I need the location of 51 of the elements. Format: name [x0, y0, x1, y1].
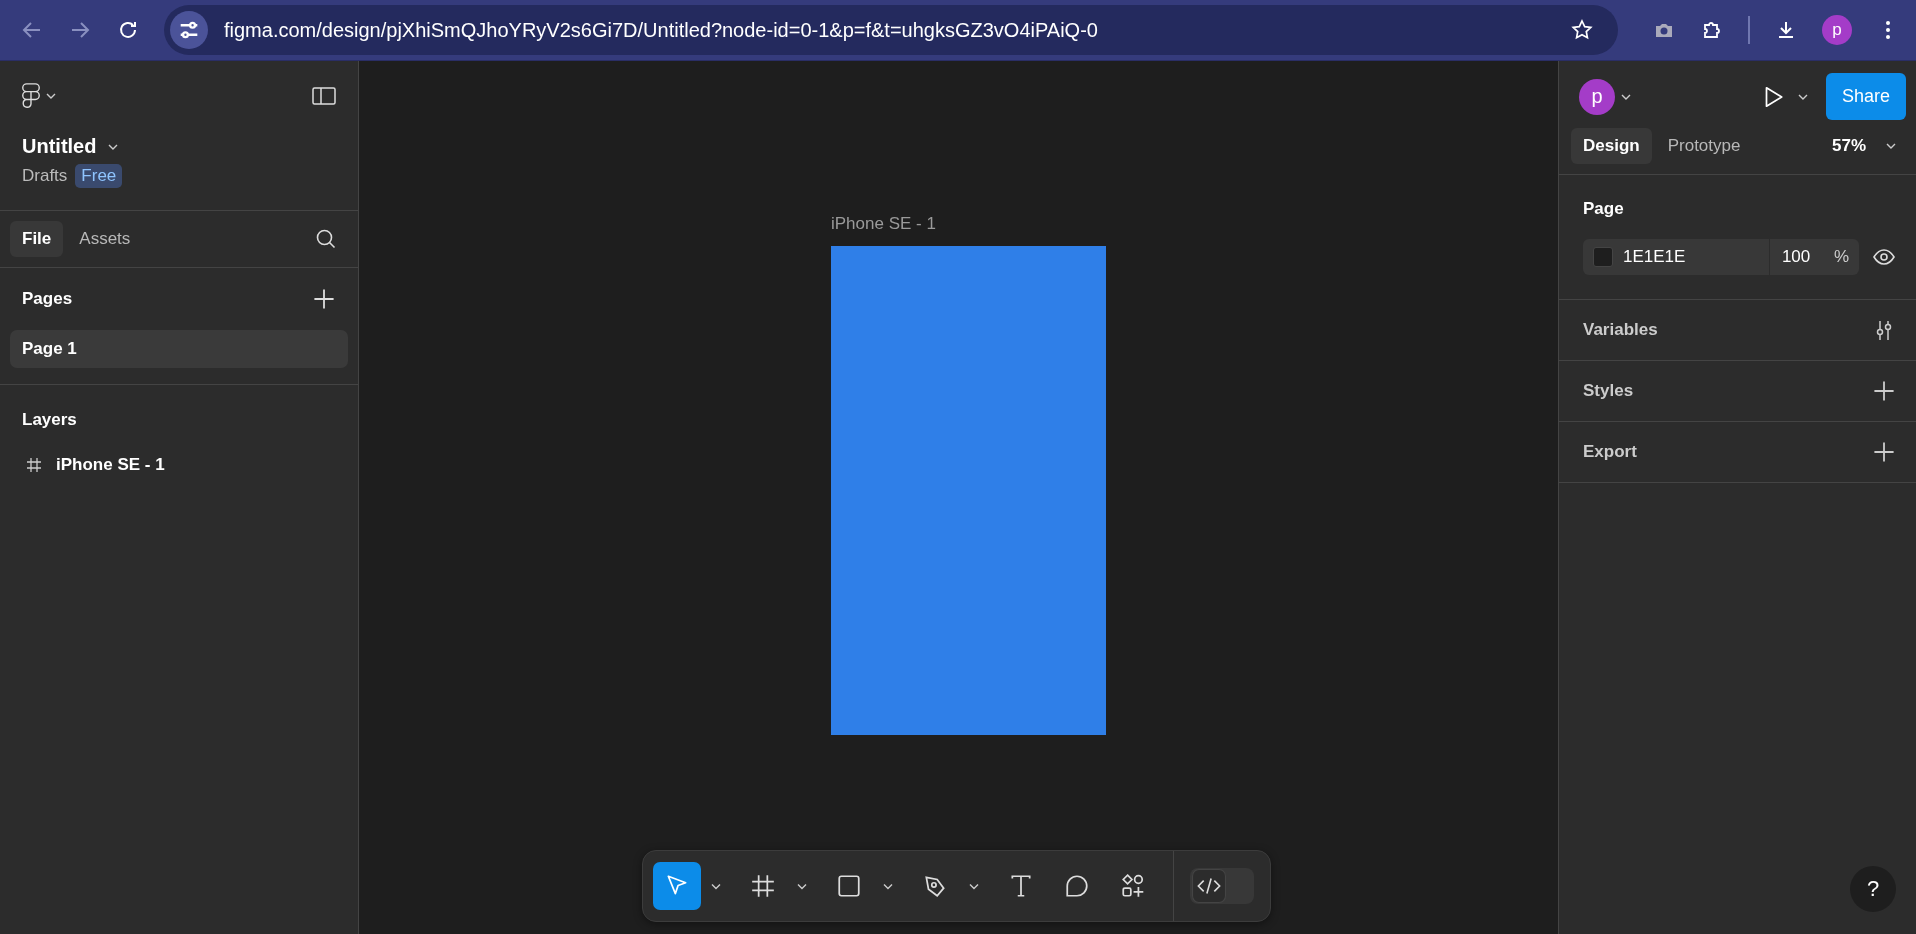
figma-logo-icon[interactable] — [22, 83, 40, 109]
code-icon — [1192, 869, 1226, 903]
pages-heading: Pages — [22, 289, 73, 309]
section-heading: Styles — [1583, 381, 1634, 401]
search-icon[interactable] — [314, 227, 338, 251]
add-icon[interactable] — [312, 287, 336, 311]
site-settings-icon[interactable] — [170, 11, 208, 49]
hash-icon — [750, 873, 776, 899]
fill-color-field[interactable]: 1E1E1E 100 % — [1583, 239, 1859, 275]
address-bar[interactable]: figma.com/design/pjXhiSmQJhoYRyV2s6Gi7D/Untitled?node-id=0-1&p=f&t=uhgksGZ3vO4iPAiQ-0 — [164, 5, 1618, 55]
add-icon[interactable] — [1872, 440, 1896, 464]
chevron-down-icon[interactable] — [883, 882, 893, 890]
panel-tab[interactable]: Assets — [67, 221, 143, 257]
layer-item[interactable]: iPhone SE - 1 — [56, 455, 165, 475]
help-button[interactable]: ? — [1850, 866, 1896, 912]
chevron-down-icon[interactable] — [797, 882, 807, 890]
dev-mode-toggle[interactable] — [1190, 868, 1254, 904]
profile-avatar[interactable]: p — [1822, 15, 1852, 45]
move-tool[interactable] — [653, 862, 701, 910]
plan-badge: Free — [75, 164, 123, 188]
section-heading: Export — [1583, 442, 1637, 462]
zoom-level[interactable]: 57% — [1831, 136, 1866, 156]
frame-icon — [26, 457, 42, 473]
shapes-icon — [1120, 873, 1146, 899]
chevron-down-icon[interactable] — [1886, 142, 1896, 150]
speech-bubble-icon — [1064, 873, 1090, 899]
panel-tab[interactable]: Prototype — [1655, 128, 1753, 164]
add-icon[interactable] — [1872, 379, 1896, 403]
section-heading: Variables — [1583, 320, 1658, 340]
file-title[interactable]: Untitled — [22, 135, 97, 158]
sidebar-toggle-icon[interactable] — [312, 84, 336, 108]
chevron-down-icon[interactable] — [1621, 92, 1631, 101]
color-swatch[interactable] — [1593, 247, 1613, 267]
chevron-down-icon[interactable] — [969, 882, 979, 890]
chevron-down-icon[interactable] — [46, 92, 56, 100]
frame-label[interactable]: iPhone SE - 1 — [831, 214, 936, 234]
drafts-link[interactable]: Drafts — [22, 166, 68, 186]
url-text: figma.com/design/pjXhiSmQJhoYRyV2s6Gi7D/Untitled?node-id=0-1&p=f&t=uhgksGZ3vO4iPAiQ-0 — [224, 18, 1099, 42]
text-icon — [1008, 873, 1034, 899]
square-icon — [836, 873, 862, 899]
chevron-down-icon[interactable] — [108, 142, 119, 151]
page-item[interactable]: Page 1 — [10, 330, 348, 368]
layers-heading: Layers — [22, 410, 77, 430]
chevron-down-icon[interactable] — [1797, 92, 1808, 101]
panel-tab[interactable]: Design — [1571, 128, 1652, 164]
page-heading: Page — [1583, 199, 1625, 219]
bookmark-star-icon[interactable] — [1570, 18, 1594, 42]
user-avatar[interactable]: p — [1579, 78, 1615, 115]
chevron-down-icon[interactable] — [711, 882, 721, 890]
panel-tab[interactable]: File — [10, 221, 64, 257]
share-button[interactable]: Share — [1825, 73, 1906, 120]
